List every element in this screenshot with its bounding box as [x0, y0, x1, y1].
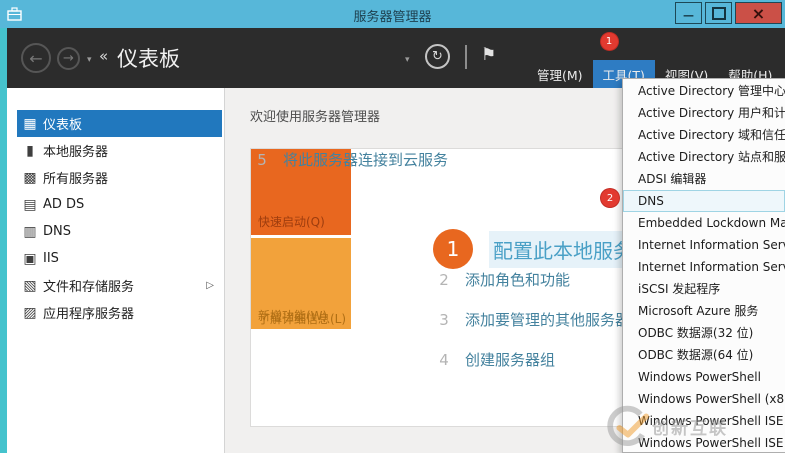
sidebar-item-label: IIS [43, 251, 59, 266]
file-storage-icon: ▧ [23, 277, 37, 294]
server-manager-window: 服务器管理器 « 仪表板 管理(M) 1 工具(T) [0, 0, 785, 453]
tools-dropdown-menu: Active Directory 管理中心 Active Directory 用… [622, 78, 785, 453]
tools-menu-item[interactable]: ODBC 数据源(32 位) [623, 322, 785, 344]
step-link[interactable]: 添加角色和功能 [465, 269, 570, 290]
history-dropdown-icon[interactable] [87, 55, 92, 65]
tools-menu-item[interactable]: Active Directory 域和信任关系 [623, 124, 785, 146]
window-title: 服务器管理器 [353, 10, 432, 25]
tools-menu-item[interactable]: Internet Information Services (IIS) 6.0 … [623, 234, 785, 256]
expand-arrow-icon[interactable]: ▷ [206, 280, 214, 291]
tools-menu-item-label: Active Directory 用户和计算机 [638, 106, 785, 120]
step-number: 3 [439, 310, 449, 329]
tools-menu-item[interactable]: Active Directory 用户和计算机 [623, 102, 785, 124]
welcome-step: 4 创建服务器组 [433, 349, 555, 370]
app-server-icon: ▨ [23, 304, 37, 321]
all-servers-icon: ▩ [23, 169, 37, 186]
tools-menu-item[interactable]: Microsoft Azure 服务 [623, 300, 785, 322]
tools-menu-item[interactable]: Windows PowerShell ISE [623, 410, 785, 432]
menubar-item-label: 管理(M) [537, 68, 583, 83]
page-title: 仪表板 [117, 47, 180, 71]
collapse-chevrons-icon[interactable]: « [99, 47, 108, 65]
welcome-step: 3 添加要管理的其他服务器 [433, 309, 630, 330]
tools-menu-item-label: ADSI 编辑器 [638, 172, 707, 186]
welcome-title: 欢迎使用服务器管理器 [250, 110, 381, 125]
dns-icon: ▥ [23, 223, 37, 240]
dashboard-icon: ▦ [23, 115, 37, 132]
sidebar-item[interactable]: ▤ AD DS [17, 191, 222, 218]
tools-menu-item-label: Windows PowerShell [638, 370, 761, 384]
left-accent-strip [0, 28, 7, 453]
step-link[interactable]: 创建服务器组 [465, 349, 555, 370]
sidebar-item[interactable]: ▦ 仪表板 [17, 110, 222, 137]
tools-menu-item-label: DNS [638, 194, 664, 208]
sidebar-item[interactable]: ▣ IIS [17, 245, 222, 272]
tools-menu-item[interactable]: Embedded Lockdown Manager [623, 212, 785, 234]
step-badge-1: 1 [600, 33, 618, 50]
arrow-left-icon [29, 49, 42, 68]
tools-menu-item-label: Windows PowerShell ISE [638, 414, 784, 428]
tools-menu-item-label: Active Directory 管理中心 [638, 84, 785, 98]
arrow-right-icon [63, 51, 74, 66]
tools-menu-item[interactable]: ODBC 数据源(64 位) [623, 344, 785, 366]
tools-menu-item[interactable]: Active Directory 站点和服务 [623, 146, 785, 168]
tools-menu-item-label: Active Directory 站点和服务 [638, 150, 785, 164]
back-button[interactable] [21, 43, 51, 73]
tools-menu-item[interactable]: DNS [623, 190, 785, 212]
sidebar-item[interactable]: ▧ 文件和存储服务 ▷ [17, 272, 222, 299]
sidebar-item-label: 应用程序服务器 [43, 307, 135, 322]
tools-menu-item[interactable]: Windows PowerShell (x86) [623, 388, 785, 410]
sidebar-item-label: 文件和存储服务 [43, 280, 135, 295]
tools-menu-item[interactable]: Windows PowerShell ISE (x86) [623, 432, 785, 452]
local-server-icon: ▮ [26, 142, 34, 159]
step-link[interactable]: 将此服务器连接到云服务 [283, 149, 448, 170]
step-number: 1 [433, 229, 473, 269]
tools-menu-item-label: Microsoft Azure 服务 [638, 304, 759, 318]
step-badge-2: 2 [601, 189, 619, 207]
refresh-icon[interactable] [425, 44, 450, 69]
window-controls [675, 2, 782, 24]
sidebar-item-label: AD DS [43, 197, 85, 212]
notifications-flag-icon[interactable] [481, 45, 496, 65]
sidebar-item[interactable]: ▥ DNS [17, 218, 222, 245]
menubar-item[interactable]: 管理(M) [527, 60, 593, 89]
welcome-step: 5 将此服务器连接到云服务 [251, 149, 448, 170]
step-number: 2 [439, 270, 449, 289]
sidebar-item-label: 仪表板 [43, 118, 83, 133]
tools-menu-item-label: Internet Information Services (IIS) 管理器 [638, 260, 785, 274]
tools-menu-item-label: Active Directory 域和信任关系 [638, 128, 785, 142]
tools-menu-item-label: iSCSI 发起程序 [638, 282, 721, 296]
welcome-step: 2 添加角色和功能 [433, 269, 570, 290]
tools-menu-item-label: Embedded Lockdown Manager [638, 216, 785, 230]
tools-menu-item[interactable]: Windows PowerShell [623, 366, 785, 388]
tools-menu-item-label: ODBC 数据源(64 位) [638, 348, 754, 362]
tools-menu-item[interactable]: iSCSI 发起程序 [623, 278, 785, 300]
close-button[interactable] [735, 2, 782, 24]
tools-menu-item-label: Internet Information Services (IIS) 6.0 … [638, 238, 785, 252]
titlebar: 服务器管理器 [0, 0, 785, 28]
tools-menu-item[interactable]: ADSI 编辑器 [623, 168, 785, 190]
tools-menu-item[interactable]: Internet Information Services (IIS) 管理器 [623, 256, 785, 278]
sidebar-item-label: DNS [43, 224, 71, 239]
sidebar-item[interactable]: ▮ 本地服务器 [17, 137, 222, 164]
minimize-button[interactable] [675, 2, 702, 24]
navbar-separator [465, 45, 467, 69]
sidebar-item-label: 所有服务器 [43, 172, 109, 187]
sidebar-item-label: 本地服务器 [43, 145, 109, 160]
step-link[interactable]: 添加要管理的其他服务器 [465, 309, 630, 330]
tools-menu-item-label: ODBC 数据源(32 位) [638, 326, 754, 340]
step-number: 4 [439, 350, 449, 369]
ad-ds-icon: ▤ [23, 196, 37, 213]
tools-menu-item-label: Windows PowerShell ISE (x86) [638, 436, 785, 450]
step-number: 5 [257, 150, 267, 169]
iis-icon: ▣ [23, 250, 37, 267]
sidebar-item[interactable]: ▨ 应用程序服务器 [17, 299, 222, 326]
scope-dropdown-icon[interactable] [405, 55, 410, 65]
maximize-button[interactable] [705, 2, 732, 24]
sidebar-item[interactable]: ▩ 所有服务器 [17, 164, 222, 191]
tools-menu-item[interactable]: Active Directory 管理中心 [623, 80, 785, 102]
tools-menu-item-label: Windows PowerShell (x86) [638, 392, 785, 406]
forward-button[interactable] [57, 47, 80, 70]
sidebar: ▦ 仪表板 ▮ 本地服务器 ▩ 所有服务器 ▤ AD DS ▥ DNS ▣ II… [7, 88, 225, 453]
